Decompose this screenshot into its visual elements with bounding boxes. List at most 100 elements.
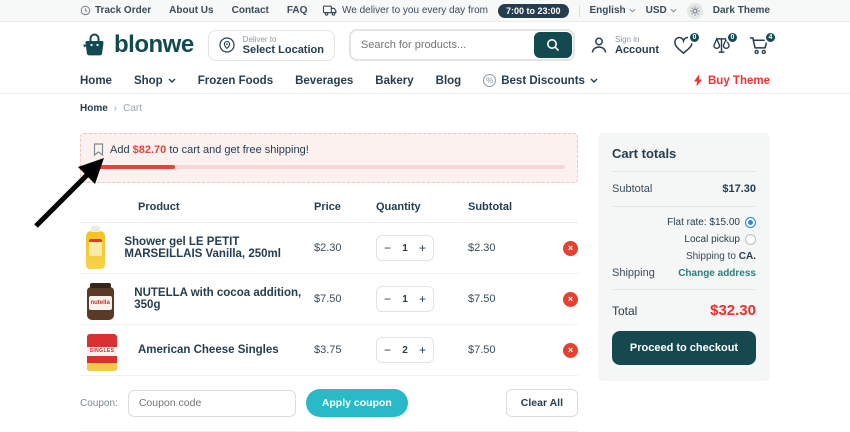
nav-home[interactable]: Home [80,75,112,87]
account-button[interactable]: Sign in Account [589,35,659,56]
about-us-link[interactable]: About Us [169,5,213,16]
contact-link[interactable]: Contact [232,5,269,16]
col-product: Product [138,201,180,213]
change-address-link[interactable]: Change address [678,268,756,279]
product-subtotal: $7.50 [468,293,496,305]
faq-link[interactable]: FAQ [287,5,308,16]
nav-frozen-foods-label: Frozen Foods [197,74,274,87]
quantity-stepper: − 1 + [376,235,434,261]
track-order-link[interactable]: Track Order [80,5,151,16]
nav-beverages[interactable]: Beverages [295,75,353,87]
language-select[interactable]: English [590,5,636,16]
flat-rate-option[interactable]: Flat rate: $15.00 [667,217,756,228]
search-icon [547,39,560,52]
user-icon [591,37,607,53]
currency-select[interactable]: USD [646,5,677,16]
free-shipping-text: Add $82.70 to cart and get free shipping… [110,144,309,156]
about-us-label: About Us [169,5,214,16]
shipping-to-prefix: Shipping to [685,251,736,262]
wishlist-button[interactable]: 0 [673,30,701,55]
remove-item-button[interactable]: × [563,342,578,358]
account-label: Account [615,43,659,56]
cart-table-header: Product Price Quantity Subtotal [80,195,578,223]
product-name[interactable]: NUTELLA with cocoa addition, 350g [134,287,314,311]
cart-totals-panel: Cart totals Subtotal $17.30 Shipping Fla… [598,133,770,381]
cart-row-shower-gel: Shower gel LE PETIT MARSEILLAIS Vanilla,… [80,223,578,274]
remove-item-button[interactable]: × [563,240,578,256]
select-location-label: Select Location [242,43,324,56]
decrease-quantity-button[interactable]: − [384,293,391,305]
coupon-label: Coupon: [80,397,118,409]
increase-quantity-button[interactable]: + [419,344,426,356]
quantity-value: 1 [402,293,408,305]
nav-beverages-label: Beverages [295,74,354,87]
delivery-text: We deliver to you every day from [341,5,488,16]
breadcrumb-current: Cart [123,103,143,114]
nav-shop[interactable]: Shop [134,75,176,87]
product-image-cheese[interactable] [80,329,124,371]
nav-best-discounts-label: Best Discounts [501,74,585,87]
decrease-quantity-button[interactable]: − [384,242,391,254]
cart-table: Product Price Quantity Subtotal Shower g… [80,195,578,376]
product-image-shower-gel[interactable] [80,226,110,269]
local-pickup-radio[interactable] [745,234,756,245]
chevron-down-icon [590,78,598,83]
buy-theme-link[interactable]: Buy Theme [693,74,770,87]
total-row: Total $32.30 [612,290,756,331]
chevron-down-icon [629,8,636,13]
flat-rate-radio[interactable] [745,217,756,228]
subtotal-row: Subtotal $17.30 [612,172,756,207]
lightning-bolt-icon [694,74,702,87]
coupon-input[interactable] [127,389,296,417]
sun-icon [690,5,700,16]
contact-label: Contact [231,5,269,16]
shipping-section: Shipping Flat rate: $15.00 Local pickup … [612,207,756,290]
product-image-nutella[interactable] [80,278,120,320]
nav-home-label: Home [80,74,112,87]
product-subtotal: $7.50 [468,344,496,356]
nav-bakery-label: Bakery [375,74,414,87]
wishlist-count-badge: 0 [688,30,701,44]
location-selector[interactable]: Deliver to Select Location [207,29,335,61]
topbar: Track Order About Us Contact FAQ We deli… [0,0,850,22]
brand-logo[interactable]: blonwe [80,31,194,59]
quantity-value: 2 [402,344,408,356]
flat-rate-label: Flat rate: $15.00 [667,217,740,228]
compare-button[interactable]: 0 [711,30,739,55]
shipping-text-suffix: to cart and get free shipping! [169,143,309,156]
nav-blog-label: Blog [435,74,462,87]
col-price: Price [314,201,341,213]
delivery-hours-badge: 7:00 to 23:00 [497,3,569,18]
search-button[interactable] [534,32,572,58]
discount-percent-icon: % [483,74,497,87]
chevron-down-icon [670,8,677,13]
search-input[interactable] [350,39,534,51]
sign-in-label: Sign in [615,34,640,44]
nav-best-discounts[interactable]: % Best Discounts [483,74,598,87]
breadcrumb-home[interactable]: Home [80,103,108,114]
breadcrumb-separator: › [113,103,118,114]
nav-frozen-foods[interactable]: Frozen Foods [198,75,273,87]
buy-theme-label: Buy Theme [708,74,770,87]
cart-count-badge: 4 [764,30,777,44]
nav-bakery[interactable]: Bakery [375,75,413,87]
local-pickup-option[interactable]: Local pickup [684,234,756,245]
local-pickup-label: Local pickup [684,234,740,245]
subtotal-value: $17.30 [722,183,756,195]
cart-row-cheese: American Cheese Singles $3.75 − 2 + $7.5… [80,325,578,376]
theme-toggle[interactable] [686,2,703,19]
nav-blog[interactable]: Blog [436,75,462,87]
increase-quantity-button[interactable]: + [419,242,426,254]
cart-totals-title: Cart totals [612,146,756,172]
product-name[interactable]: American Cheese Singles [138,344,279,356]
proceed-to-checkout-button[interactable]: Proceed to checkout [612,331,756,365]
product-name[interactable]: Shower gel LE PETIT MARSEILLAIS Vanilla,… [124,236,314,260]
shopping-bag-icon [83,33,104,56]
map-pin-icon [219,37,235,53]
cart-button[interactable]: 4 [749,30,777,55]
remove-item-button[interactable]: × [563,291,578,307]
shipping-to-state: CA. [738,251,756,262]
nav-shop-label: Shop [133,74,163,87]
decrease-quantity-button[interactable]: − [384,344,391,356]
increase-quantity-button[interactable]: + [419,293,426,305]
